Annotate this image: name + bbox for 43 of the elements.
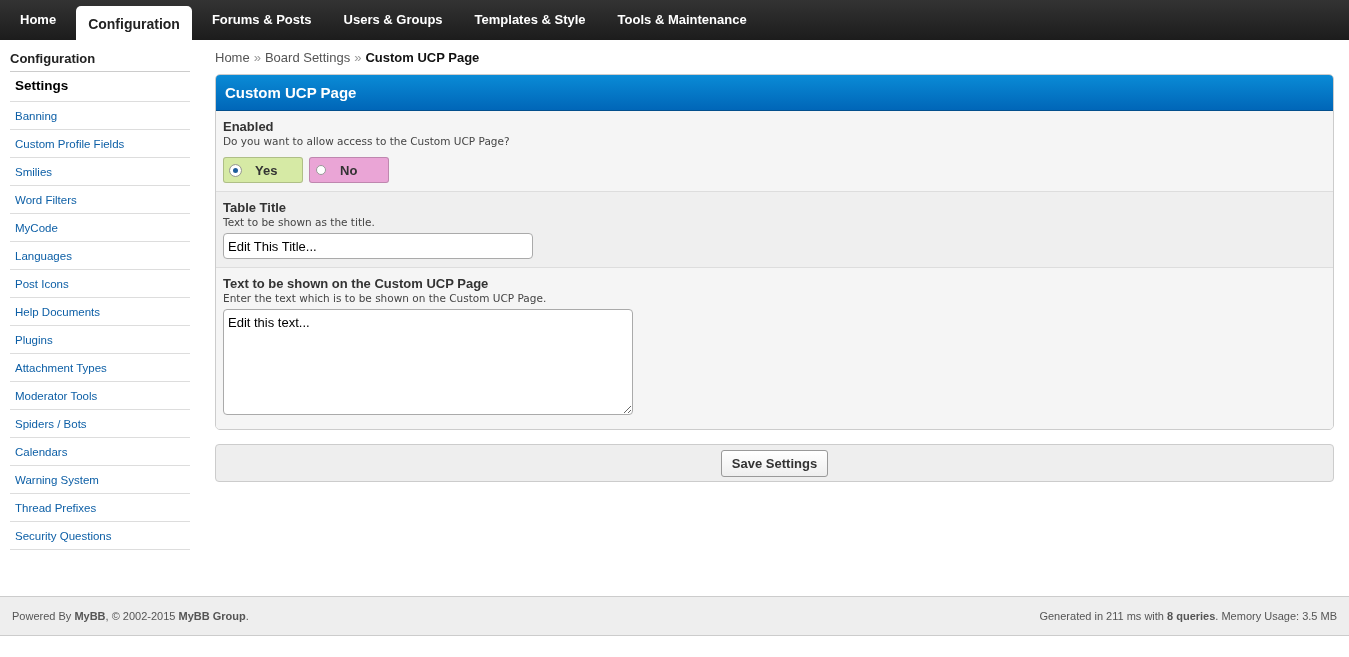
current-page-label: Custom UCP Page	[365, 50, 480, 65]
breadcrumb-link[interactable]: Board Settings	[264, 50, 351, 65]
setting-title: Text to be shown on the Custom UCP Page	[223, 276, 490, 291]
sidebar-item[interactable]: Languages	[10, 242, 190, 270]
sidebar-item[interactable]: Plugins	[10, 326, 190, 354]
footer-credit: Powered By MyBB, © 2002-2015 MyBB Group.	[12, 610, 249, 622]
sidebar-item[interactable]: Security Questions	[10, 522, 190, 550]
footer-stats: Generated in 211 ms with 8 queries. Memory Usage: 3.5 MB	[1039, 610, 1337, 622]
setting-description: Do you want to allow access to the Custom UCP Page?	[223, 135, 511, 147]
sidebar-item[interactable]: Attachment Types	[10, 354, 190, 382]
sidebar-item[interactable]: Custom Profile Fields	[10, 130, 190, 158]
nav-tab[interactable]: Templates & Style	[462, 6, 598, 40]
sidebar-item[interactable]: Banning	[10, 102, 190, 130]
sidebar-item[interactable]: Thread Prefixes	[10, 494, 190, 522]
setting-description: Text to be shown as the title.	[223, 216, 376, 228]
radio-option[interactable]: No	[309, 157, 389, 183]
breadcrumb-separator: »	[253, 50, 261, 65]
sidebar-item[interactable]: Moderator Tools	[10, 382, 190, 410]
text-input[interactable]: Edit This Title...	[223, 233, 533, 259]
panel-title: Custom UCP Page	[216, 75, 1333, 111]
sidebar-item[interactable]: Help Documents	[10, 298, 190, 326]
sidebar-item[interactable]: Word Filters	[10, 186, 190, 214]
nav-tab[interactable]: Configuration	[76, 6, 192, 40]
nav-tab[interactable]: Forums & Posts	[199, 6, 324, 40]
sidebar-item[interactable]: Spiders / Bots	[10, 410, 190, 438]
sidebar-item[interactable]: Post Icons	[10, 270, 190, 298]
sidebar-item[interactable]: MyCode	[10, 214, 190, 242]
text-area[interactable]: Edit this text...	[223, 309, 633, 415]
nav-tab[interactable]: Tools & Maintenance	[605, 6, 759, 40]
setting-description: Enter the text which is to be shown on the Custom UCP Page.	[223, 292, 548, 304]
save-button[interactable]: Save Settings	[720, 449, 829, 477]
breadcrumb-link[interactable]: Home	[215, 50, 250, 65]
sidebar-item[interactable]: Settings	[10, 72, 190, 102]
sidebar-item[interactable]: Warning System	[10, 466, 190, 494]
radio-option[interactable]: Yes	[223, 157, 303, 183]
setting-title: Table Title	[223, 200, 288, 215]
sidebar-item[interactable]: Calendars	[10, 438, 190, 466]
sidebar-item[interactable]: Smilies	[10, 158, 190, 186]
nav-tab[interactable]: Home	[8, 6, 69, 40]
sidebar-heading: Configuration	[10, 40, 190, 72]
setting-title: Enabled	[223, 119, 275, 134]
breadcrumb-separator: »	[354, 50, 362, 65]
nav-tab[interactable]: Users & Groups	[331, 6, 455, 40]
